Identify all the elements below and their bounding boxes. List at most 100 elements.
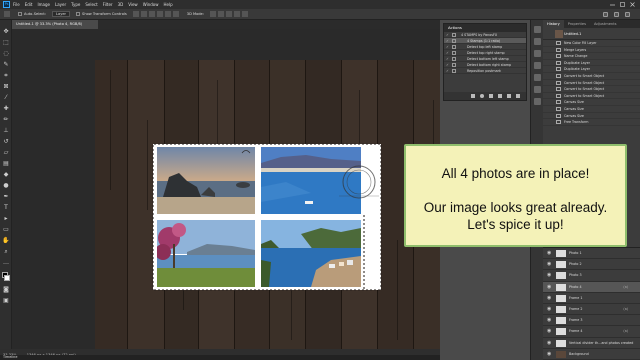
stamp-collage[interactable] [152,143,382,291]
tab-properties[interactable]: Properties [564,20,590,28]
checkmark-icon[interactable]: ✓ [446,69,450,73]
dialog-toggle-icon[interactable] [452,57,456,61]
history-state[interactable]: Convert to Smart Object [543,73,640,80]
tab-adjustments[interactable]: Adjustments [590,20,621,28]
search-icon[interactable] [603,12,608,17]
layer-row[interactable]: ◉ Vertical divider th...and photos create… [543,338,640,349]
menu-edit[interactable]: Edit [25,2,33,7]
move-tool-icon[interactable] [4,11,12,17]
history-panel-icon[interactable] [534,26,541,33]
history-state[interactable]: Duplicate Layer [543,60,640,67]
pen-tool-icon[interactable]: ✒ [2,193,10,201]
photo-3-flowers-lake[interactable] [157,220,255,287]
workspace-icon[interactable] [614,12,619,17]
minimize-icon[interactable] [608,1,617,8]
timeline-panel-tab[interactable]: Timeline [0,355,440,360]
menu-window[interactable]: Window [143,2,159,7]
canvas-area[interactable] [12,29,440,349]
visibility-eye-icon[interactable]: ◉ [547,295,552,301]
lasso-tool-icon[interactable]: ◌ [2,50,10,58]
layer-row[interactable]: ◉ Photo 3 [543,270,640,282]
dialog-toggle-icon[interactable] [452,45,456,49]
checkmark-icon[interactable]: ✓ [446,51,450,55]
dialog-toggle-icon[interactable] [452,69,456,73]
history-state[interactable]: Convert to Smart Object [543,86,640,93]
layer-row[interactable]: ◉ Photo 2 [543,259,640,271]
layer-row[interactable]: ◉ Frame 2 (a) [543,304,640,316]
dialog-toggle-icon[interactable] [452,39,456,43]
menu-filter[interactable]: Filter [103,2,113,7]
crop-tool-icon[interactable]: ⌗ [2,72,10,80]
marquee-tool-icon[interactable]: ⬚ [2,39,10,47]
new-set-icon[interactable] [498,94,502,98]
auto-select-dropdown[interactable]: Layer [52,11,71,17]
dialog-toggle-icon[interactable] [452,63,456,67]
checkmark-icon[interactable]: ✓ [446,39,450,43]
show-transform-checkbox[interactable]: Show Transform Controls [76,12,127,16]
close-icon[interactable] [628,1,637,8]
properties-panel-icon[interactable] [534,50,541,57]
menu-view[interactable]: View [128,2,138,7]
layer-row[interactable]: ◉ Photo 4 (a) [543,281,640,293]
dodge-tool-icon[interactable]: ● [2,182,10,190]
menu-image[interactable]: Image [37,2,50,7]
checkmark-icon[interactable]: ✓ [446,63,450,67]
mode-3d-icons[interactable] [209,11,250,17]
type-tool-icon[interactable]: T [2,204,10,212]
history-state[interactable]: Duplicate Layer [543,66,640,73]
history-state[interactable]: Free Transform [543,119,640,126]
layer-effects-badge[interactable]: (a) [623,326,628,337]
eyedropper-icon[interactable]: ⁄ [2,94,10,102]
visibility-eye-icon[interactable]: ◉ [547,262,552,267]
path-select-icon[interactable]: ▸ [2,215,10,223]
menu-layer[interactable]: Layer [55,2,66,7]
history-state[interactable]: Convert to Smart Object [543,93,640,100]
document-canvas[interactable] [95,60,440,349]
actions-panel-title[interactable]: Actions [444,24,526,32]
hand-tool-icon[interactable]: ✋ [2,237,10,245]
screen-mode-icon[interactable]: ▣ [2,297,10,305]
visibility-eye-icon[interactable]: ◉ [547,284,552,290]
dialog-toggle-icon[interactable] [452,51,456,55]
action-row[interactable]: ✓ Reposition postmark [444,68,526,74]
dialog-toggle-icon[interactable] [452,33,456,37]
quick-select-icon[interactable]: ✎ [2,61,10,69]
layer-row[interactable]: ◉ Frame 3 [543,315,640,327]
layer-row[interactable]: ◉ Frame 1 [543,293,640,304]
photo-4-coastal-town[interactable] [261,220,361,287]
menu-file[interactable]: File [13,2,20,7]
menu-select[interactable]: Select [85,2,97,7]
checkmark-icon[interactable]: ✓ [446,57,450,61]
visibility-eye-icon[interactable]: ◉ [547,329,552,334]
visibility-eye-icon[interactable]: ◉ [547,340,552,346]
history-state[interactable]: Canvas Size [543,113,640,120]
history-state[interactable]: Convert to Smart Object [543,80,640,87]
document-tab[interactable]: Untitled-1 @ 33.3% (Photo 4, RGB/8) [12,20,98,29]
more-tools-icon[interactable]: … [2,259,10,267]
visibility-eye-icon[interactable]: ◉ [547,273,552,278]
delete-icon[interactable] [516,94,520,98]
photo-1-rocky-sunset[interactable] [157,147,255,214]
menu-type[interactable]: Type [71,2,80,7]
brush-tool-icon[interactable]: ✏ [2,116,10,124]
stop-icon[interactable] [471,94,475,98]
history-state[interactable]: Merge Layers [543,47,640,54]
align-icons[interactable] [132,11,181,17]
share-icon[interactable] [625,12,630,17]
visibility-eye-icon[interactable]: ◉ [547,306,552,312]
gradient-icon[interactable]: ▤ [2,160,10,168]
maximize-icon[interactable] [618,1,627,8]
history-state[interactable]: Canvas Size [543,106,640,113]
play-icon[interactable] [489,94,493,98]
history-state[interactable]: Canvas Size [543,99,640,106]
new-action-icon[interactable] [507,94,511,98]
actions-panel-icon[interactable] [534,38,541,45]
clone-stamp-icon[interactable]: ⊥ [2,127,10,135]
layer-row[interactable]: ◉ Background [543,349,640,360]
layer-row[interactable]: ◉ Photo 1 [543,248,640,260]
move-tool-icon[interactable]: ✥ [2,28,10,36]
record-icon[interactable] [480,94,484,98]
visibility-eye-icon[interactable]: ◉ [547,351,552,357]
history-state[interactable]: New Color Fill Layer [543,40,640,47]
menu-help[interactable]: Help [163,2,172,7]
